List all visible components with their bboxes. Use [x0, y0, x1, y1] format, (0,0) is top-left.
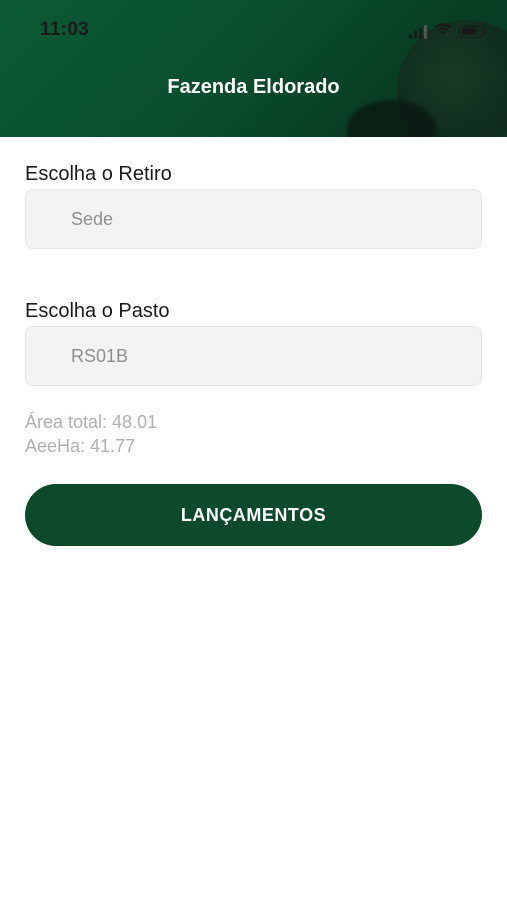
retiro-label: Escolha o Retiro — [25, 163, 172, 185]
lancamentos-button-label: LANÇAMENTOS — [180, 504, 327, 525]
pasto-label: Escolha o Pasto — [25, 300, 170, 322]
status-time: 11:03 — [40, 19, 90, 40]
status-icons — [409, 22, 486, 41]
retiro-select-value: Sede — [71, 208, 114, 229]
lancamentos-button[interactable]: LANÇAMENTOS — [25, 484, 482, 546]
area-total-text: Área total: 48.01 — [25, 412, 158, 432]
pasto-select-value: RS01B — [71, 345, 129, 366]
pasto-select[interactable]: RS01B — [25, 326, 482, 386]
aeeha-text: AeeHa: 41.77 — [25, 436, 136, 456]
page-title: Fazenda Eldorado — [167, 76, 340, 98]
status-bar: 11:03 — [0, 0, 507, 60]
retiro-select[interactable]: Sede — [25, 189, 482, 249]
app-header: 11:03 Fazenda Eldorado — [0, 0, 507, 137]
signal-icon — [409, 24, 427, 39]
wifi-icon — [434, 22, 452, 41]
battery-icon — [459, 25, 486, 38]
